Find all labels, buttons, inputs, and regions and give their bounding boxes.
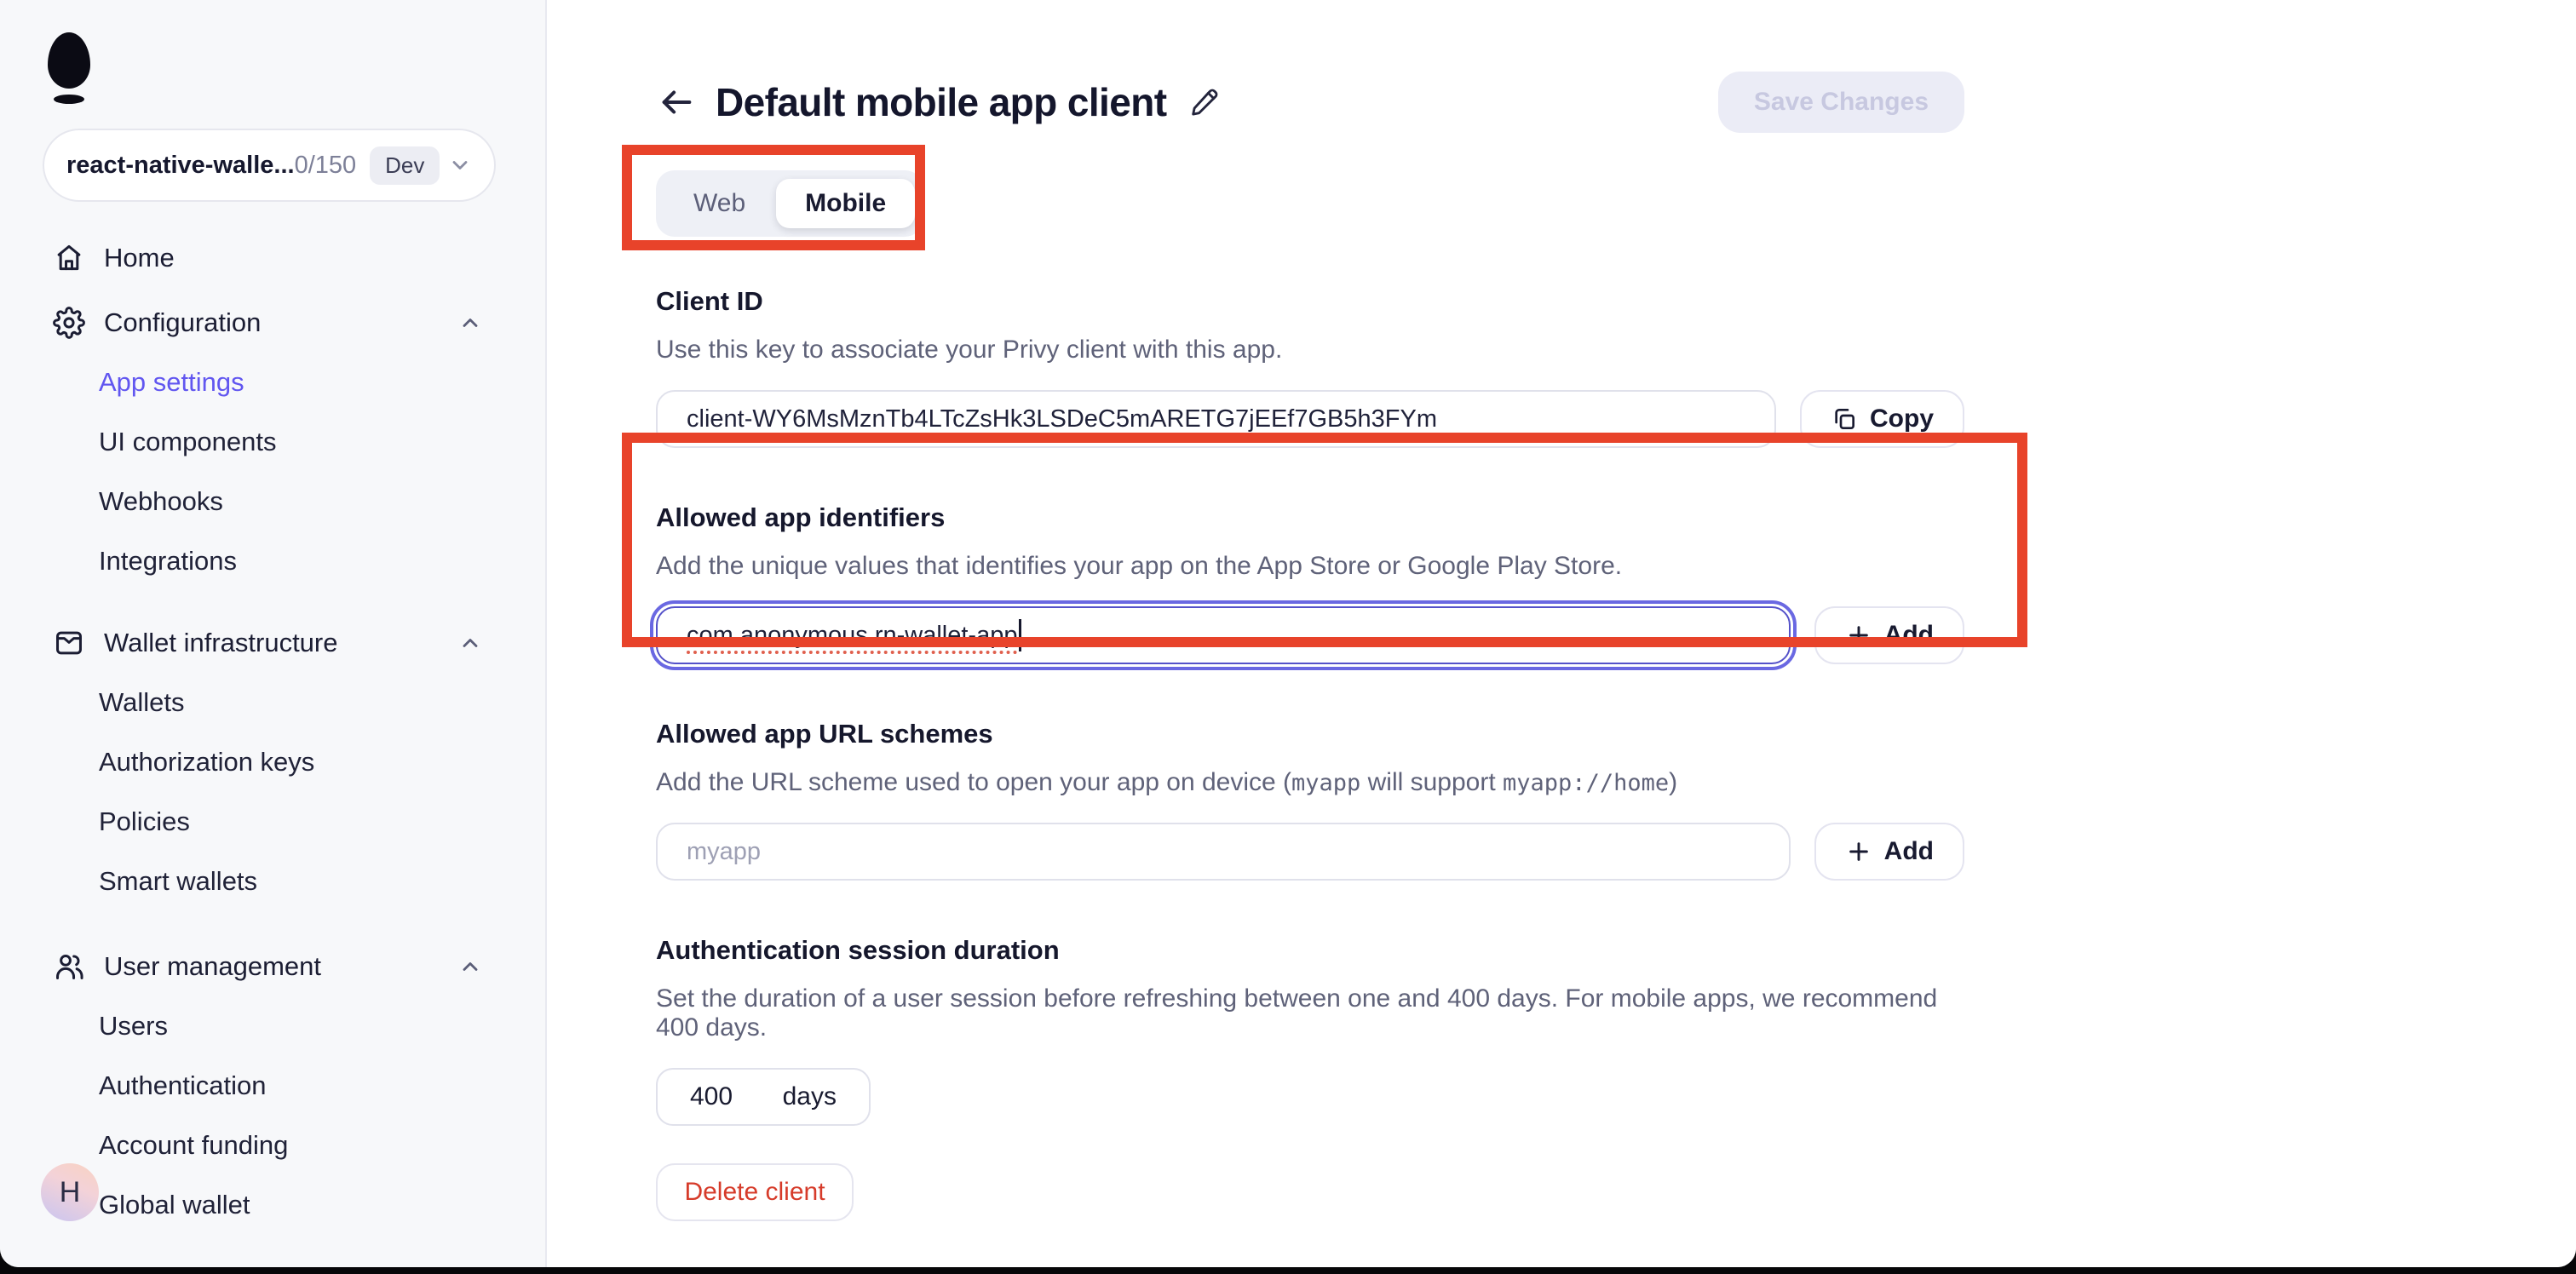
- sidebar-item-label: Integrations: [99, 546, 237, 577]
- sidebar-item-wallets[interactable]: Wallets: [0, 673, 545, 732]
- app-identifier-input[interactable]: com.anonymous.rn-wallet-app: [656, 606, 1791, 664]
- client-id-row: Copy: [656, 390, 1964, 448]
- sidebar-item-label: User management: [104, 951, 321, 982]
- add-button-label: Add: [1884, 621, 1934, 650]
- chevron-up-icon: [458, 631, 482, 655]
- url-schemes-desc-code: myapp://home: [1503, 770, 1669, 796]
- workspace-usage-count: 0/150: [295, 152, 357, 180]
- app-identifiers-label: Allowed app identifiers: [656, 502, 1964, 533]
- session-duration-unit: days: [783, 1082, 837, 1111]
- app-identifiers-description: Add the unique values that identifies yo…: [656, 552, 1964, 581]
- sidebar-nav: Home Configuration App settings UI compo…: [0, 228, 545, 1235]
- plus-icon: [1845, 622, 1872, 649]
- sidebar-item-authentication[interactable]: Authentication: [0, 1056, 545, 1116]
- env-badge: Dev: [370, 146, 440, 185]
- chevron-up-icon: [458, 955, 482, 978]
- sidebar-item-label: UI components: [99, 427, 277, 457]
- tab-web[interactable]: Web: [664, 179, 774, 228]
- add-button-label: Add: [1884, 837, 1934, 866]
- sidebar-item-integrations[interactable]: Integrations: [0, 531, 545, 591]
- url-schemes-desc-text: ): [1669, 768, 1677, 796]
- sidebar-item-ui-components[interactable]: UI components: [0, 412, 545, 472]
- delete-client-button[interactable]: Delete client: [656, 1163, 854, 1221]
- client-id-label: Client ID: [656, 286, 1964, 317]
- session-duration-description: Set the duration of a user session befor…: [656, 984, 1964, 1042]
- sidebar-item-label: Policies: [99, 806, 190, 837]
- wallet-icon: [53, 627, 85, 659]
- edit-title-button[interactable]: [1188, 86, 1221, 118]
- users-icon: [53, 950, 85, 983]
- copy-button[interactable]: Copy: [1800, 390, 1964, 448]
- app-identifier-value: com.anonymous.rn-wallet-app: [687, 622, 1017, 650]
- chevron-down-icon: [448, 153, 472, 177]
- sidebar-item-label: Account funding: [99, 1130, 288, 1161]
- pencil-icon: [1188, 86, 1221, 118]
- plus-icon: [1845, 838, 1872, 865]
- main-content: Default mobile app client Save Changes W…: [547, 0, 2576, 1267]
- sidebar-item-app-settings[interactable]: App settings: [0, 353, 545, 412]
- page-header: Default mobile app client Save Changes: [656, 72, 1964, 133]
- session-duration-input[interactable]: 400 days: [656, 1068, 871, 1126]
- sidebar-item-configuration[interactable]: Configuration: [0, 293, 545, 353]
- sidebar-item-label: Configuration: [104, 307, 261, 338]
- url-schemes-desc-code: myapp: [1291, 770, 1360, 796]
- sidebar: react-native-walle... 0/150 Dev Home Con…: [0, 0, 547, 1267]
- sidebar-item-label: Users: [99, 1011, 168, 1042]
- platform-tabs: Web Mobile: [656, 170, 923, 237]
- url-scheme-input[interactable]: [656, 823, 1791, 881]
- home-icon: [53, 242, 85, 274]
- avatar-initial: H: [60, 1176, 81, 1209]
- privy-logo: [48, 32, 90, 104]
- client-id-input[interactable]: [656, 390, 1776, 448]
- gear-icon: [53, 307, 85, 339]
- back-button[interactable]: [656, 82, 697, 123]
- text-cursor: [1019, 619, 1021, 651]
- privy-egg-icon: [48, 32, 90, 89]
- workspace-selector[interactable]: react-native-walle... 0/150 Dev: [43, 129, 496, 202]
- sidebar-item-label: Wallet infrastructure: [104, 628, 338, 658]
- add-identifier-button[interactable]: Add: [1814, 606, 1964, 664]
- user-avatar[interactable]: H: [41, 1163, 99, 1221]
- page-title: Default mobile app client: [716, 79, 1166, 125]
- sidebar-item-smart-wallets[interactable]: Smart wallets: [0, 852, 545, 911]
- url-schemes-label: Allowed app URL schemes: [656, 719, 1964, 749]
- add-url-scheme-button[interactable]: Add: [1814, 823, 1964, 881]
- sidebar-item-label: Authentication: [99, 1070, 266, 1101]
- sidebar-item-label: Smart wallets: [99, 866, 257, 897]
- tab-mobile[interactable]: Mobile: [776, 179, 915, 228]
- privy-egg-shadow: [54, 95, 84, 104]
- copy-button-label: Copy: [1870, 405, 1934, 433]
- sidebar-item-label: Wallets: [99, 687, 184, 718]
- url-schemes-row: Add: [656, 823, 1964, 881]
- sidebar-item-webhooks[interactable]: Webhooks: [0, 472, 545, 531]
- url-schemes-description: Add the URL scheme used to open your app…: [656, 768, 1964, 797]
- sidebar-item-label: Webhooks: [99, 486, 223, 517]
- session-duration-label: Authentication session duration: [656, 935, 1964, 966]
- sidebar-item-user-management[interactable]: User management: [0, 937, 545, 996]
- copy-icon: [1831, 405, 1858, 433]
- sidebar-item-label: Authorization keys: [99, 747, 314, 778]
- sidebar-item-label: App settings: [99, 367, 244, 398]
- app-window: react-native-walle... 0/150 Dev Home Con…: [0, 0, 2576, 1267]
- url-schemes-desc-text: will support: [1360, 768, 1503, 796]
- app-identifiers-row: com.anonymous.rn-wallet-app Add: [656, 606, 1964, 664]
- sidebar-item-label: Home: [104, 243, 175, 273]
- client-id-description: Use this key to associate your Privy cli…: [656, 336, 1964, 364]
- sidebar-item-home[interactable]: Home: [0, 228, 545, 288]
- workspace-name: react-native-walle...: [66, 152, 295, 180]
- sidebar-item-wallet-infrastructure[interactable]: Wallet infrastructure: [0, 613, 545, 673]
- sidebar-item-authorization-keys[interactable]: Authorization keys: [0, 732, 545, 792]
- session-duration-value: 400: [690, 1082, 733, 1111]
- arrow-left-icon: [657, 83, 696, 122]
- sidebar-item-policies[interactable]: Policies: [0, 792, 545, 852]
- url-schemes-desc-text: Add the URL scheme used to open your app…: [656, 768, 1291, 796]
- chevron-up-icon: [458, 311, 482, 335]
- sidebar-item-label: Global wallet: [99, 1190, 250, 1220]
- sidebar-item-users[interactable]: Users: [0, 996, 545, 1056]
- save-changes-button[interactable]: Save Changes: [1718, 72, 1964, 133]
